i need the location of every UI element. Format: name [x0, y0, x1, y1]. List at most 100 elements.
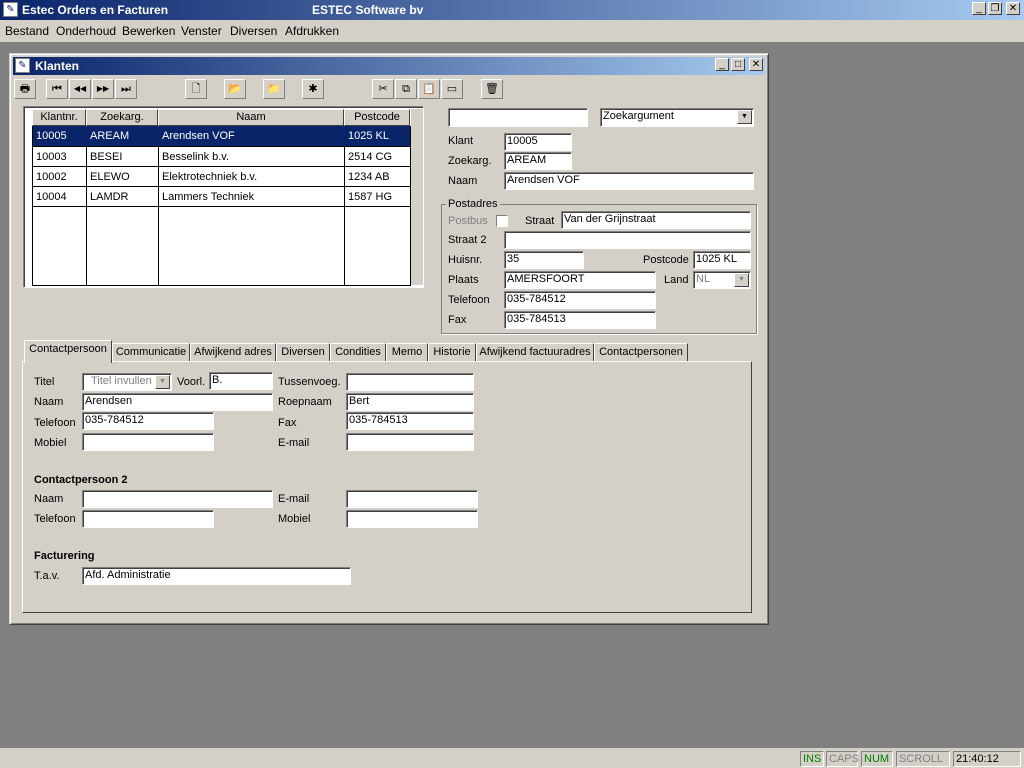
- contact-fax-label: Fax: [278, 417, 297, 429]
- table-row-selected[interactable]: 10005 AREAM Arendsen VOF 1025 KL: [33, 126, 410, 146]
- zoekarg-field[interactable]: AREAM: [504, 152, 572, 170]
- customer-grid[interactable]: Klantnr. Zoekarg. Naam Postcode 10005 AR…: [23, 106, 424, 288]
- column-header-klantnr[interactable]: Klantnr.: [32, 109, 86, 126]
- contact2-telefoon-field[interactable]: [82, 510, 214, 528]
- voorl-field[interactable]: B.: [209, 372, 273, 390]
- column-header-zoekarg[interactable]: Zoekarg.: [86, 109, 158, 126]
- klanten-titlebar: ✎ Klanten _ □ ✕: [13, 57, 765, 75]
- column-header-postcode[interactable]: Postcode: [344, 109, 410, 126]
- tab-memo[interactable]: Memo: [386, 343, 428, 362]
- window-maximize-button[interactable]: □: [731, 58, 745, 71]
- app-icon: ✎: [3, 2, 18, 17]
- app-close-button[interactable]: ✕: [1006, 2, 1020, 15]
- column-header-naam[interactable]: Naam: [158, 109, 344, 126]
- roepnaam-field[interactable]: Bert: [346, 393, 474, 411]
- land-value: NL: [696, 273, 711, 285]
- print-icon[interactable]: 🖶: [14, 79, 36, 99]
- table-row[interactable]: 10004 LAMDR Lammers Techniek 1587 HG: [33, 187, 410, 207]
- prev-record-icon[interactable]: ◀◀: [69, 79, 91, 99]
- naam-field[interactable]: Arendsen VOF: [504, 172, 754, 190]
- tussenvoeg-field[interactable]: [346, 373, 474, 391]
- app-restore-button[interactable]: ❐: [988, 2, 1002, 15]
- klant-field[interactable]: 10005: [504, 133, 572, 151]
- tab-condities[interactable]: Condities: [330, 343, 386, 362]
- cell-postcode: 1587 HG: [348, 191, 393, 203]
- chevron-down-icon[interactable]: ▼: [734, 273, 749, 287]
- contactpersoon2-heading: Contactpersoon 2: [34, 474, 128, 486]
- titel-select[interactable]: Titel invullen ▼: [82, 373, 172, 391]
- search-argument-select[interactable]: Zoekargument ▼: [600, 108, 754, 127]
- window-title: Klanten: [35, 59, 80, 73]
- tav-field[interactable]: Afd. Administratie: [82, 567, 351, 585]
- status-caps: CAPS: [826, 751, 859, 767]
- contact2-naam-field[interactable]: [82, 490, 273, 508]
- tab-historie[interactable]: Historie: [428, 343, 476, 362]
- trash-icon[interactable]: 🗑: [481, 79, 503, 99]
- search-argument-value: Zoekargument: [603, 110, 674, 122]
- menu-afdrukken[interactable]: Afdrukken: [285, 24, 339, 38]
- app-minimize-button[interactable]: _: [972, 2, 986, 15]
- paste-icon[interactable]: 📋: [418, 79, 440, 99]
- new-record-icon[interactable]: 🗋: [185, 79, 207, 99]
- huisnr-field[interactable]: 35: [504, 251, 584, 269]
- grid-line: [32, 285, 411, 286]
- tav-label: T.a.v.: [34, 570, 60, 582]
- contact2-email-field[interactable]: [346, 490, 478, 508]
- fax-field[interactable]: 035-784513: [504, 311, 656, 329]
- status-num: NUM: [861, 751, 893, 767]
- folder-icon[interactable]: 📁: [263, 79, 285, 99]
- menubar: Bestand Onderhoud Bewerken Venster Diver…: [0, 20, 1024, 42]
- telefoon-field[interactable]: 035-784512: [504, 291, 656, 309]
- contact-email-field[interactable]: [346, 433, 474, 451]
- tab-contactpersonen[interactable]: Contactpersonen: [594, 343, 688, 362]
- clear-icon[interactable]: ▭: [441, 79, 463, 99]
- contact-naam-field[interactable]: Arendsen: [82, 393, 273, 411]
- tab-afwijkend-adres[interactable]: Afwijkend adres: [190, 343, 276, 362]
- copy-icon[interactable]: ⧉: [395, 79, 417, 99]
- menu-onderhoud[interactable]: Onderhoud: [56, 24, 116, 38]
- land-select[interactable]: NL ▼: [693, 271, 751, 289]
- window-icon: ✎: [15, 58, 30, 73]
- tab-contactpersoon[interactable]: Contactpersoon: [24, 340, 112, 363]
- cell-klantnr: 10002: [36, 171, 67, 183]
- cell-klantnr: 10003: [36, 151, 67, 163]
- plaats-field[interactable]: AMERSFOORT: [504, 271, 656, 289]
- contact-telefoon-field[interactable]: 035-784512: [82, 412, 214, 430]
- straat-field[interactable]: Van der Grijnstraat: [561, 211, 751, 229]
- contact-mobiel-field[interactable]: [82, 433, 214, 451]
- cell-naam: Besselink b.v.: [162, 151, 230, 163]
- menu-bestand[interactable]: Bestand: [5, 24, 49, 38]
- tab-communicatie[interactable]: Communicatie: [112, 343, 190, 362]
- tab-diversen[interactable]: Diversen: [276, 343, 330, 362]
- open-folder-icon[interactable]: 📂: [224, 79, 246, 99]
- table-row[interactable]: 10002 ELEWO Elektrotechniek b.v. 1234 AB: [33, 167, 410, 187]
- app-titlebar: ✎ Estec Orders en Facturen ESTEC Softwar…: [0, 0, 1024, 20]
- first-record-icon[interactable]: ⏮: [46, 79, 68, 99]
- huisnr-label: Huisnr.: [448, 254, 483, 266]
- contact2-email-label: E-mail: [278, 493, 310, 505]
- menu-diversen[interactable]: Diversen: [230, 24, 277, 38]
- cell-zoekarg: ELEWO: [90, 171, 130, 183]
- postcode-field[interactable]: 1025 KL: [693, 251, 751, 269]
- cut-icon[interactable]: ✂: [372, 79, 394, 99]
- window-close-button[interactable]: ✕: [749, 58, 763, 71]
- delete-record-icon[interactable]: ✱: [302, 79, 324, 99]
- straat2-field[interactable]: [504, 231, 751, 249]
- contact2-mobiel-field[interactable]: [346, 510, 478, 528]
- facturering-heading: Facturering: [34, 550, 95, 562]
- menu-bewerken[interactable]: Bewerken: [122, 24, 175, 38]
- last-record-icon[interactable]: ⏭: [115, 79, 137, 99]
- cell-zoekarg: BESEI: [90, 151, 123, 163]
- contact-fax-field[interactable]: 035-784513: [346, 412, 474, 430]
- tab-afwijkend-factuuradres[interactable]: Afwijkend factuuradres: [476, 343, 594, 362]
- search-input[interactable]: [448, 108, 588, 127]
- window-minimize-button[interactable]: _: [715, 58, 729, 71]
- naam-label: Naam: [448, 175, 478, 187]
- postcode-label: Postcode: [643, 254, 689, 266]
- next-record-icon[interactable]: ▶▶: [92, 79, 114, 99]
- chevron-down-icon[interactable]: ▼: [737, 110, 752, 124]
- menu-venster[interactable]: Venster: [181, 24, 222, 38]
- postbus-checkbox[interactable]: [496, 215, 508, 227]
- chevron-down-icon[interactable]: ▼: [155, 375, 170, 389]
- table-row[interactable]: 10003 BESEI Besselink b.v. 2514 CG: [33, 147, 410, 167]
